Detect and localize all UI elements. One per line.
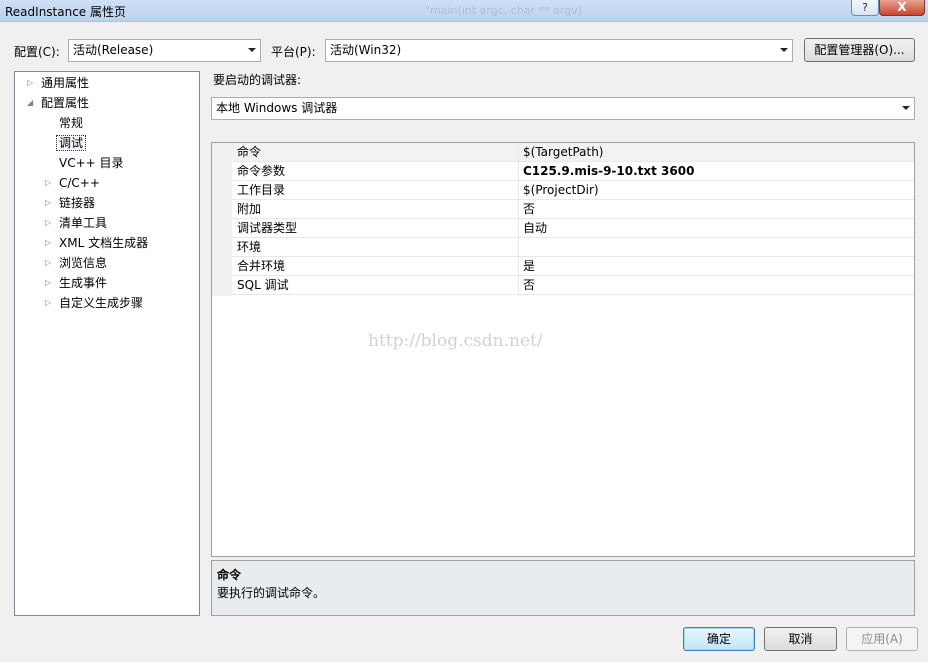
apply-button[interactable]: 应用(A) [846,627,918,651]
config-manager-button[interactable]: 配置管理器(O)... [804,38,915,62]
grid-row-debugger-type[interactable]: 调试器类型 自动 [232,219,914,238]
chevron-down-icon [780,48,788,52]
tree-item-label: XML 文档生成器 [59,236,149,250]
grid-gutter [212,143,232,296]
close-button[interactable]: X [879,0,925,16]
property-name: 命令 [237,145,262,159]
debugger-label: 要启动的调试器: [213,73,302,87]
description-text: 要执行的调试命令。 [217,586,326,600]
property-value[interactable]: 否 [518,276,914,294]
expand-icon[interactable]: ▷ [45,239,53,247]
config-select-value: 活动(Release) [73,43,154,57]
property-name: 调试器类型 [237,221,298,235]
platform-select-value: 活动(Win32) [330,43,402,57]
property-name: 合并环境 [237,259,286,273]
tree-item-general[interactable]: 常规 [59,113,83,133]
collapse-icon[interactable]: ◢ [27,99,35,107]
config-label: 配置(C): [14,45,60,59]
property-tree: ▷ 通用属性 ◢ 配置属性 常规 调试 VC++ 目录 ▷ C/C++ ▷ 链接… [14,71,200,616]
property-name: SQL 调试 [237,278,289,292]
chevron-down-icon [902,106,910,110]
debugger-select[interactable]: 本地 Windows 调试器 [211,97,915,120]
cancel-button[interactable]: 取消 [764,627,837,651]
property-value[interactable] [518,238,914,256]
tree-item-label: 配置属性 [41,96,90,110]
expand-icon[interactable]: ▷ [45,279,53,287]
tree-item-label: 生成事件 [59,276,108,290]
grid-row-sql-debugging[interactable]: SQL 调试 否 [232,276,914,295]
expand-icon[interactable]: ▷ [45,299,53,307]
property-value[interactable]: $(TargetPath) [518,143,914,161]
property-name: 附加 [237,202,262,216]
platform-select[interactable]: 活动(Win32) [325,39,793,62]
grid-row-command[interactable]: 命令 $(TargetPath) [232,143,914,162]
platform-label: 平台(P): [271,45,316,59]
property-value[interactable]: 自动 [518,219,914,237]
property-value[interactable]: 是 [518,257,914,275]
tree-item-label: 自定义生成步骤 [59,296,144,310]
description-title: 命令 [217,568,242,582]
chevron-down-icon [248,48,256,52]
expand-icon[interactable]: ▷ [45,199,53,207]
grid-row-environment[interactable]: 环境 [232,238,914,257]
tree-item-label: 链接器 [59,196,96,210]
tree-item-label: 通用属性 [41,76,90,90]
watermark: http://blog.csdn.net/ [368,331,543,351]
title-bar: ReadInstance 属性页 "main(int argc, char **… [0,0,928,22]
property-value[interactable]: C125.9.mis-9-10.txt 3600 [518,162,914,180]
window-title: ReadInstance 属性页 [5,5,127,19]
help-button[interactable]: ? [851,0,879,16]
description-panel: 命令 要执行的调试命令。 [211,560,915,616]
tree-item-label: 常规 [59,116,84,130]
expand-icon[interactable]: ▷ [45,219,53,227]
grid-row-working-directory[interactable]: 工作目录 $(ProjectDir) [232,181,914,200]
tree-item-label: 清单工具 [59,216,108,230]
tree-item-label: 调试 [56,135,87,151]
expand-icon[interactable]: ▷ [45,259,53,267]
property-name: 命令参数 [237,164,286,178]
property-value[interactable]: 否 [518,200,914,218]
debugger-select-value: 本地 Windows 调试器 [216,101,338,115]
property-name: 工作目录 [237,183,286,197]
grid-row-command-arguments[interactable]: 命令参数 C125.9.mis-9-10.txt 3600 [232,162,914,181]
tree-item-debugging[interactable]: 调试 [56,133,87,153]
grid-row-merge-environment[interactable]: 合并环境 是 [232,257,914,276]
tree-item-vc-directories[interactable]: VC++ 目录 [59,153,124,173]
property-grid: 命令 $(TargetPath) 命令参数 C125.9.mis-9-10.tx… [211,142,915,557]
background-window-title: "main(int argc, char ** argv) [425,4,582,17]
expand-icon[interactable]: ▷ [45,179,53,187]
tree-item-label: VC++ 目录 [59,156,124,170]
ok-button[interactable]: 确定 [683,627,755,651]
property-name: 环境 [237,240,262,254]
tree-item-label: 浏览信息 [59,256,108,270]
grid-row-attach[interactable]: 附加 否 [232,200,914,219]
expand-icon[interactable]: ▷ [27,79,35,87]
property-value[interactable]: $(ProjectDir) [518,181,914,199]
tree-item-label: C/C++ [59,176,100,190]
config-select[interactable]: 活动(Release) [68,39,261,62]
